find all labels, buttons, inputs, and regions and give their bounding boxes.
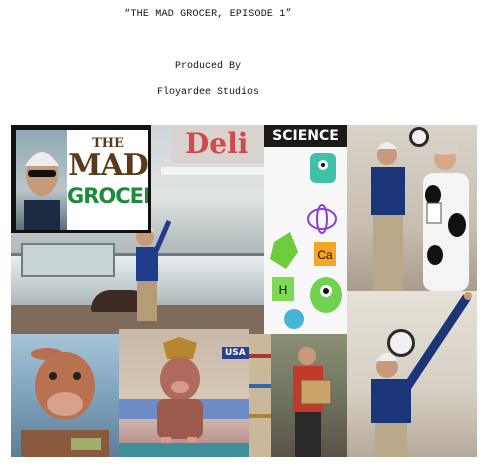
box-carry-figure [249,334,332,457]
pointing-up-figure [371,292,472,457]
usa-sign: USA [222,347,249,359]
science-banner: SCIENCE [264,125,347,147]
pointing-up-photo [347,291,477,457]
grocer-pointing-figure [136,220,171,321]
studio-name: Floyardee Studios [156,87,260,98]
produced-by-label: Produced By [174,61,241,72]
science-poster: SCIENCE Ca H [264,125,347,334]
mad-grocer-logo: THE MAD GROCER [67,130,151,230]
logo-mad-text: MAD [68,148,148,183]
cow-costume-photo [347,125,477,291]
svg-text:H: H [279,283,288,297]
cow-costume-figures [371,142,469,291]
deli-sign: Deli [171,125,264,163]
episode-title: “THE MAD GROCER, EPISODE 1” [124,9,292,20]
grocer-portrait [16,130,67,230]
svg-text:Ca: Ca [317,248,333,262]
cartoon-cow-image [11,334,119,457]
logo-grocer-text: GROCER [67,184,151,208]
cartoon-cow-figure [21,348,109,457]
mad-grocer-logo-card: THE MAD GROCER [11,125,151,233]
science-monsters-art: Ca H [270,153,342,329]
box-carry-photo [249,334,347,457]
portrait-figure [24,152,60,230]
photo-collage: Deli THE MAD GROCER SCIENCE Ca H USA [11,125,477,457]
display-case [21,243,115,277]
pig-puppet-image: USA [119,329,249,457]
ceiling-lights [161,167,264,175]
